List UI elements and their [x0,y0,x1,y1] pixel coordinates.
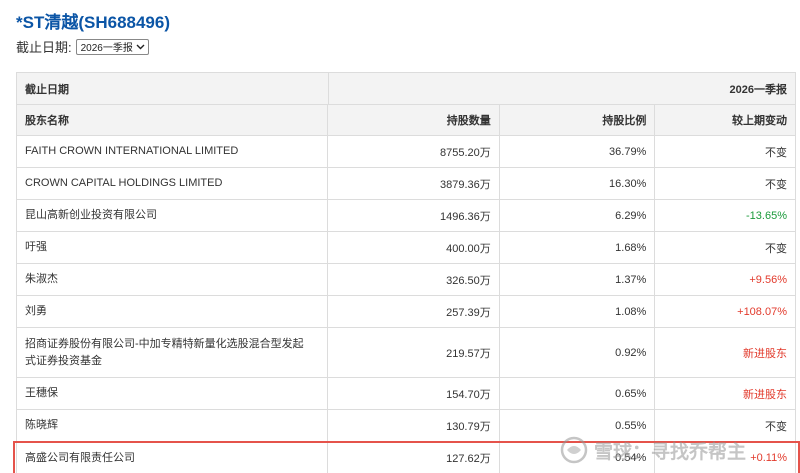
table-row: 陈晓辉 130.79万 0.55% 不变 [17,410,795,442]
date-label: 截止日期: [16,40,72,55]
chevron-down-icon [136,42,146,52]
table-row: 高盛公司有限责任公司 127.62万 0.54% +0.11% [17,442,795,473]
share-change: 不变 [765,242,787,255]
shareholder-name: 昆山高新创业投资有限公司 [17,200,329,231]
share-ratio: 1.08% [500,296,656,327]
period-header-row: 截止日期 2026一季报 [17,73,795,105]
column-header-ratio: 持股比例 [500,105,656,135]
period-header-label: 截止日期 [17,73,329,104]
column-header-name: 股东名称 [17,105,329,135]
table-row: 王穗保 154.70万 0.65% 新进股东 [17,378,795,410]
page-title: *ST清越(SH688496) [16,13,171,32]
share-change: +9.56% [749,273,787,286]
share-ratio: 0.92% [500,328,656,377]
share-count: 154.70万 [328,378,500,409]
table-row: 招商证券股份有限公司-中加专精特新量化选股混合型发起 式证券投资基金 219.5… [17,328,795,378]
column-header-shares: 持股数量 [328,105,500,135]
shareholder-name-line2: 式证券投资基金 [25,354,102,367]
period-select[interactable]: 2026一季报 [75,38,149,55]
date-filter: 截止日期: 2026一季报 [16,37,149,56]
shareholder-name: 王穗保 [17,378,329,409]
period-header-value: 2026一季报 [729,83,787,96]
share-count: 127.62万 [328,442,500,473]
period-select-value: 2026一季报 [80,43,133,54]
shareholders-table: 截止日期 2026一季报 股东名称 持股数量 持股比例 较上期变动 FAITH … [16,72,796,473]
share-count: 8755.20万 [328,136,500,167]
table-row: 朱淑杰 326.50万 1.37% +9.56% [17,264,795,296]
shareholder-name: 高盛公司有限责任公司 [17,442,329,473]
share-change: +108.07% [737,305,787,318]
table-row: 刘勇 257.39万 1.08% +108.07% [17,296,795,328]
share-change: -13.65% [746,209,787,222]
share-count: 219.57万 [328,328,500,377]
column-header-change: 较上期变动 [732,115,787,127]
share-ratio: 16.30% [500,168,656,199]
table-row: 吁强 400.00万 1.68% 不变 [17,232,795,264]
shareholder-name: 吁强 [17,232,329,263]
share-ratio: 0.54% [500,442,656,473]
share-change: +0.11% [750,452,787,464]
share-ratio: 1.68% [500,232,656,263]
share-change: 新进股东 [743,347,787,360]
share-count: 400.00万 [328,232,500,263]
shareholder-name-line1: 招商证券股份有限公司-中加专精特新量化选股混合型发起 [25,337,304,350]
share-count: 257.39万 [328,296,500,327]
shareholder-name: FAITH CROWN INTERNATIONAL LIMITED [17,136,329,167]
share-count: 1496.36万 [328,200,500,231]
shareholder-name: 陈晓辉 [17,410,329,441]
table-row: CROWN CAPITAL HOLDINGS LIMITED 3879.36万 … [17,168,795,200]
share-count: 130.79万 [328,410,500,441]
share-change: 新进股东 [743,388,787,401]
column-header-row: 股东名称 持股数量 持股比例 较上期变动 [17,105,795,136]
share-count: 326.50万 [328,264,500,295]
share-change: 不变 [765,420,787,433]
shareholder-name: 朱淑杰 [17,264,329,295]
share-count: 3879.36万 [328,168,500,199]
share-ratio: 36.79% [500,136,656,167]
shareholder-name: CROWN CAPITAL HOLDINGS LIMITED [17,168,329,199]
share-ratio: 0.55% [500,410,656,441]
table-row: FAITH CROWN INTERNATIONAL LIMITED 8755.2… [17,136,795,168]
shareholder-name: 招商证券股份有限公司-中加专精特新量化选股混合型发起 式证券投资基金 [17,328,329,377]
share-ratio: 0.65% [500,378,656,409]
share-ratio: 1.37% [500,264,656,295]
table-row: 昆山高新创业投资有限公司 1496.36万 6.29% -13.65% [17,200,795,232]
share-change: 不变 [765,178,787,191]
share-ratio: 6.29% [500,200,656,231]
share-change: 不变 [765,146,787,159]
shareholder-name: 刘勇 [17,296,329,327]
